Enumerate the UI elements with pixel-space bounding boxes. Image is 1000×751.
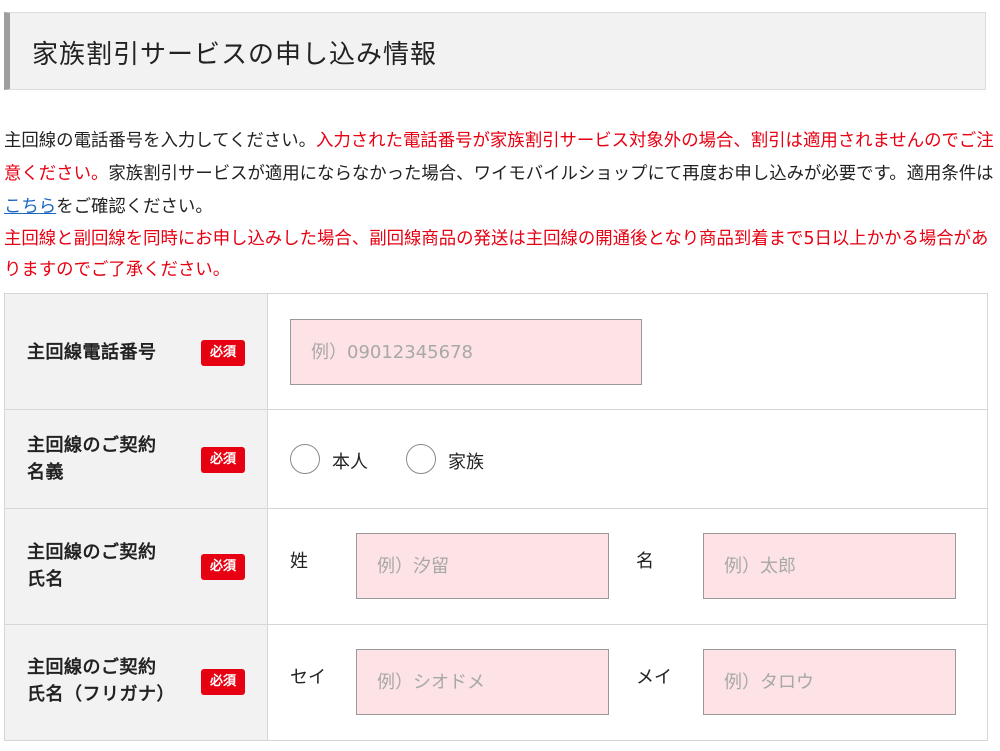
label-cell: 主回線のご契約 氏名 必須	[4, 508, 268, 625]
holder-label-line1: 主回線のご契約	[27, 435, 157, 456]
label-cell: 主回線のご契約 名義 必須	[4, 409, 268, 509]
notice-shipping-red: 主回線と副回線を同時にお申し込みした場合、副回線商品の発送は主回線の開通後となり…	[4, 229, 989, 280]
sei-kana-label: セイ	[290, 667, 326, 688]
radio-family-label: 家族	[448, 452, 484, 473]
holder-label-line2: 名義	[27, 462, 64, 483]
label-cell: 主回線のご契約 氏名（フリガナ） 必須	[4, 624, 268, 741]
kana-label-line1: 主回線のご契約	[27, 657, 157, 678]
section-title: 家族割引サービスの申し込み情報	[32, 40, 438, 70]
notice-part4: をご確認ください。	[56, 197, 213, 217]
field-cell: 本人 家族	[267, 409, 988, 509]
notice-text: 主回線の電話番号を入力してください。入力された電話番号が家族割引サービス対象外の…	[4, 125, 994, 286]
required-badge: 必須	[201, 669, 245, 695]
field-cell: 姓 名	[267, 508, 988, 625]
main-line-phone-input[interactable]	[290, 319, 642, 385]
section-header: 家族割引サービスの申し込み情報	[4, 12, 986, 90]
notice-part3: 家族割引サービスが適用にならなかった場合、ワイモバイルショップにて再度お申し込み…	[108, 164, 994, 184]
kana-label-line2: 氏名（フリガナ）	[27, 684, 175, 705]
name-label-line2: 氏名	[27, 569, 64, 590]
required-badge: 必須	[201, 554, 245, 580]
mei-kana-label: メイ	[636, 667, 672, 688]
radio-self[interactable]	[290, 444, 320, 474]
required-badge: 必須	[201, 340, 245, 366]
conditions-link[interactable]: こちら	[4, 197, 56, 217]
first-name-kana-input[interactable]	[703, 649, 956, 715]
name-label-line1: 主回線のご契約	[27, 542, 157, 563]
radio-self-label: 本人	[332, 452, 368, 473]
form-row-name: 主回線のご契約 氏名 必須 姓 名	[4, 508, 988, 625]
last-name-input[interactable]	[356, 533, 609, 599]
label-cell: 主回線電話番号 必須	[4, 293, 268, 410]
field-cell: セイ メイ	[267, 624, 988, 741]
application-form: 主回線電話番号 必須 主回線のご契約 名義 必須 本人 家族 主回線のご契約 氏…	[4, 293, 988, 741]
radio-family[interactable]	[406, 444, 436, 474]
sei-label: 姓	[290, 551, 308, 572]
mei-label: 名	[636, 551, 654, 572]
last-name-kana-input[interactable]	[356, 649, 609, 715]
first-name-input[interactable]	[703, 533, 956, 599]
field-cell	[267, 293, 988, 410]
required-badge: 必須	[201, 447, 245, 473]
phone-label: 主回線電話番号	[27, 342, 157, 363]
form-row-kana: 主回線のご契約 氏名（フリガナ） 必須 セイ メイ	[4, 624, 988, 741]
form-row-phone: 主回線電話番号 必須	[4, 293, 988, 410]
notice-part1: 主回線の電話番号を入力してください。	[4, 131, 316, 151]
form-row-holder: 主回線のご契約 名義 必須 本人 家族	[4, 409, 988, 509]
